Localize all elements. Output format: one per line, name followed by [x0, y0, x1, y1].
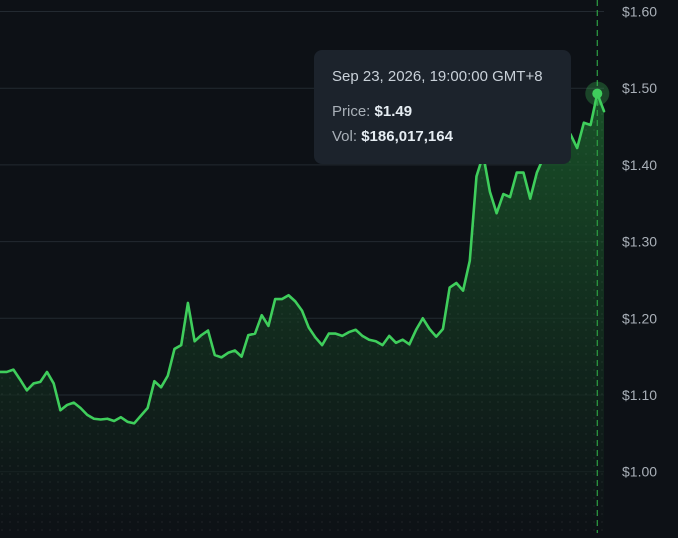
y-tick-label: $1.50	[622, 80, 657, 96]
y-tick-label: $1.30	[622, 234, 657, 250]
tooltip-volume-label: Vol:	[332, 128, 358, 145]
tooltip-price-label: Price:	[332, 103, 371, 120]
tooltip-volume-row: Vol: $186,017,164	[332, 128, 553, 145]
tooltip-date: Sep 23, 2026, 19:00:00 GMT+8	[332, 68, 543, 85]
y-tick-label: $1.00	[622, 464, 657, 480]
tooltip-price-row: Price: $1.49	[332, 103, 553, 120]
y-tick-label: $1.60	[622, 4, 657, 20]
hover-tooltip: Sep 23, 2026, 19:00:00 GMT+8 Price: $1.4…	[314, 50, 571, 164]
price-chart[interactable]: $1.60 $1.50 $1.40 $1.30 $1.20 $1.10 $1.00 Sep …	[0, 0, 678, 533]
y-tick-label: $1.20	[622, 310, 657, 326]
tooltip-volume-value: $186,017,164	[361, 128, 453, 145]
y-axis-ticks: $1.60 $1.50 $1.40 $1.30 $1.20 $1.10 $1.00	[622, 4, 657, 480]
hover-marker[interactable]	[592, 88, 603, 99]
y-tick-label: $1.10	[622, 387, 657, 403]
tooltip-price-value: $1.49	[374, 103, 413, 120]
y-tick-label: $1.40	[622, 157, 657, 173]
